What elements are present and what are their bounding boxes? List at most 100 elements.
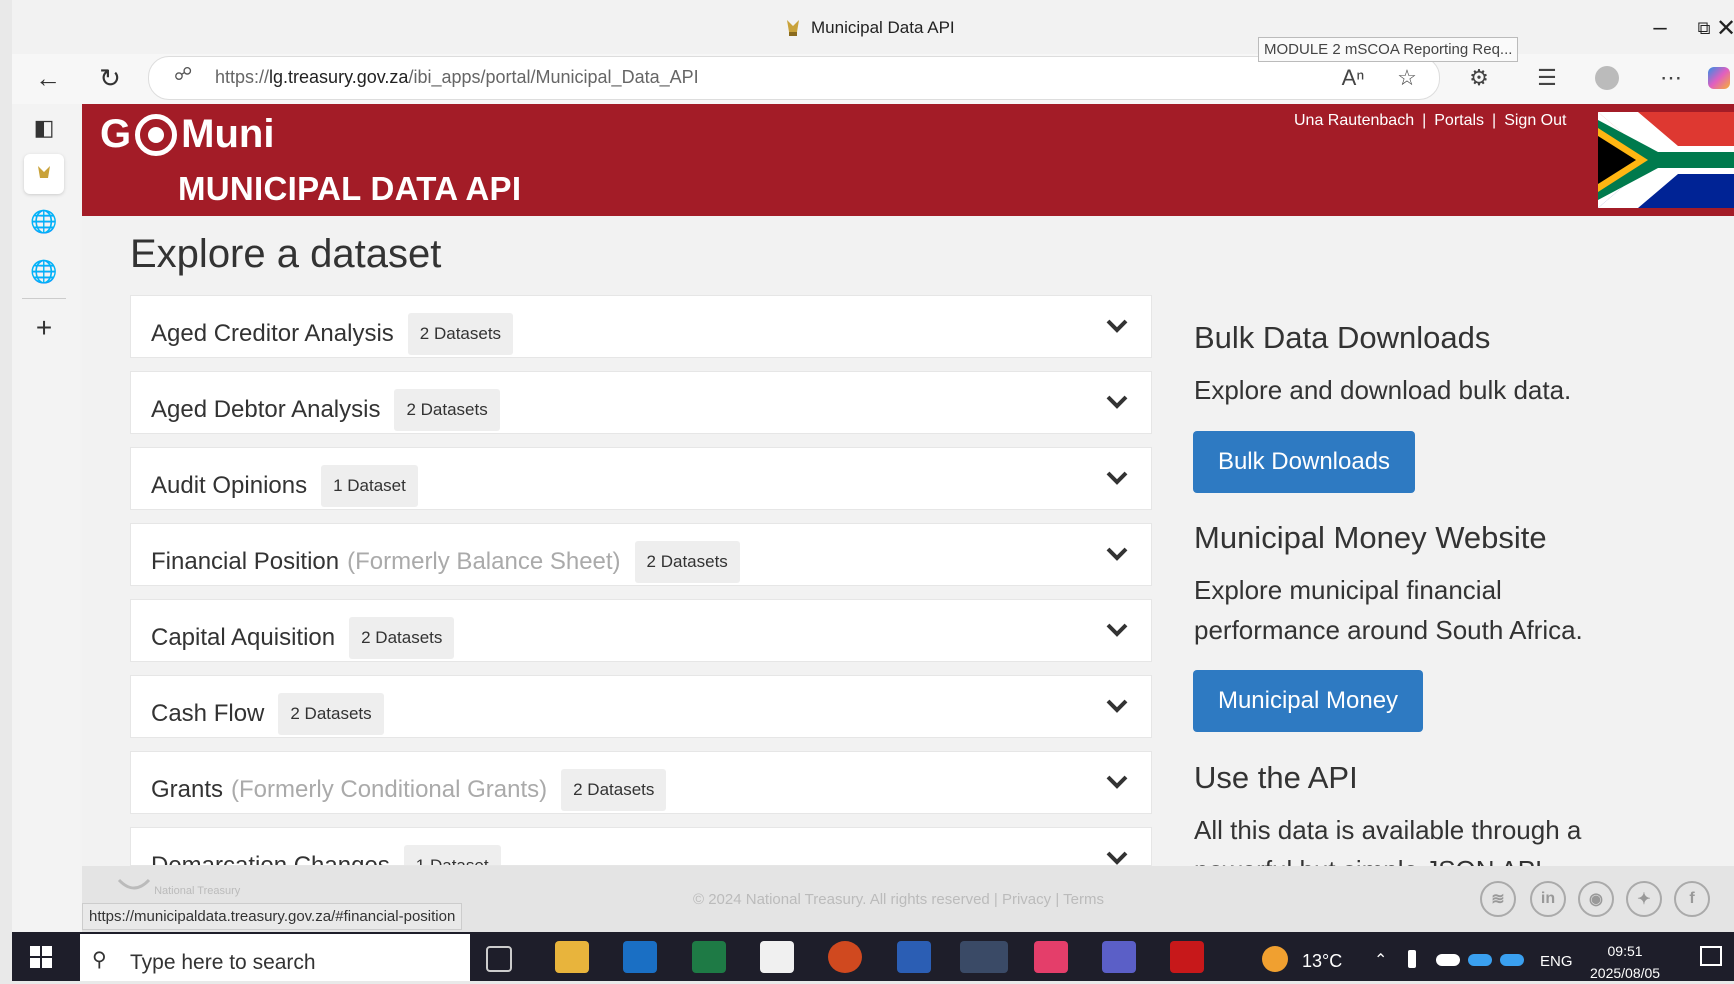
- copilot-icon[interactable]: [1702, 62, 1734, 94]
- notifications-icon[interactable]: [1700, 946, 1722, 966]
- back-icon[interactable]: ←: [30, 60, 66, 96]
- store-icon[interactable]: [760, 941, 794, 973]
- teams-icon[interactable]: [1102, 941, 1136, 973]
- chevron-down-icon[interactable]: [1105, 620, 1129, 640]
- tray-temperature[interactable]: 13°C: [1302, 951, 1342, 972]
- favorites-list-icon[interactable]: ☰: [1530, 62, 1564, 94]
- dataset-row[interactable]: Aged Creditor Analysis 2 Datasets: [130, 295, 1152, 358]
- chevron-down-icon[interactable]: [1105, 544, 1129, 564]
- user-nav: Una Rautenbach | Portals | Sign Out: [1294, 112, 1566, 130]
- chevron-down-icon[interactable]: [1105, 392, 1129, 412]
- file-explorer-icon[interactable]: [555, 941, 589, 973]
- globe-icon[interactable]: 🌐: [24, 252, 64, 292]
- dataset-row[interactable]: Capital Aquisition 2 Datasets: [130, 599, 1152, 662]
- chevron-down-icon[interactable]: [1105, 468, 1129, 488]
- tray-language[interactable]: ENG: [1540, 953, 1573, 970]
- footer-logo-text: National Treasury: [154, 885, 241, 897]
- logo-word: Muni: [181, 112, 275, 156]
- link-tooltip: MODULE 2 mSCOA Reporting Req...: [1258, 37, 1519, 62]
- dataset-count-badge: 2 Datasets: [634, 541, 740, 583]
- user-name-link[interactable]: Una Rautenbach: [1294, 112, 1414, 129]
- tray-time: 09:51: [1607, 943, 1643, 959]
- dataset-name: Aged Creditor Analysis: [151, 320, 394, 347]
- municipal-money-button[interactable]: Municipal Money: [1193, 670, 1423, 732]
- lock-icon[interactable]: ☍: [174, 64, 192, 85]
- dataset-former-name: (Formerly Conditional Grants): [231, 776, 548, 803]
- extensions-icon[interactable]: ⚙: [1462, 62, 1496, 94]
- outlook-icon[interactable]: [623, 941, 657, 973]
- dataset-row[interactable]: Cash Flow 2 Datasets: [130, 675, 1152, 738]
- footer-copyright[interactable]: © 2024 National Treasury. All rights res…: [693, 891, 1104, 908]
- minimize-icon[interactable]: –: [1640, 10, 1680, 46]
- bulk-downloads-button[interactable]: Bulk Downloads: [1193, 431, 1415, 493]
- portals-link[interactable]: Portals: [1434, 112, 1484, 129]
- chevron-down-icon[interactable]: [1105, 316, 1129, 336]
- more-icon[interactable]: ⋯: [1654, 62, 1688, 94]
- favicon-icon: [787, 20, 799, 36]
- sign-out-link[interactable]: Sign Out: [1504, 112, 1566, 129]
- dataset-row[interactable]: Demarcation Changes 1 Dataset: [130, 827, 1152, 866]
- tab-actions-icon[interactable]: ◧: [24, 108, 64, 148]
- snipping-tool-icon[interactable]: [1034, 941, 1068, 973]
- windows-start-icon[interactable]: [30, 946, 52, 968]
- url-prefix: https://: [215, 67, 270, 87]
- dataset-name: Demarcation Changes: [151, 852, 390, 866]
- weather-icon[interactable]: [1262, 946, 1288, 972]
- rss-icon[interactable]: ≋: [1480, 881, 1516, 917]
- tray-chevron-icon[interactable]: ⌃: [1374, 950, 1387, 970]
- close-icon[interactable]: ✕: [1706, 10, 1734, 46]
- search-icon: ⚲: [92, 949, 107, 971]
- tab-title-text: Municipal Data API: [811, 18, 955, 37]
- chevron-down-icon[interactable]: [1105, 848, 1129, 866]
- dataset-row[interactable]: Grants (Formerly Conditional Grants) 2 Dat…: [130, 751, 1152, 814]
- url-domain: lg.treasury.gov.za: [269, 67, 409, 87]
- dataset-title-group: Cash Flow 2 Datasets: [151, 693, 384, 735]
- gomuni-logo[interactable]: G Muni: [100, 112, 274, 157]
- refresh-icon[interactable]: ↻: [92, 60, 128, 96]
- tray-clock[interactable]: 09:51 2025/08/05: [1590, 940, 1660, 984]
- tab-favicon-icon[interactable]: [24, 154, 64, 194]
- municipal-money-heading: Municipal Money Website: [1194, 520, 1547, 555]
- dataset-name: Grants: [151, 776, 224, 803]
- dataset-row[interactable]: Financial Position (Formerly Balance Shee…: [130, 523, 1152, 586]
- dataset-former-name: (Formerly Balance Sheet): [347, 548, 621, 575]
- task-view-icon[interactable]: [486, 946, 512, 972]
- excel-icon[interactable]: [692, 941, 726, 973]
- chevron-down-icon[interactable]: [1105, 696, 1129, 716]
- new-tab-plus-icon[interactable]: +: [24, 308, 64, 348]
- profile-icon[interactable]: [1590, 62, 1624, 94]
- dataset-title-group: Capital Aquisition 2 Datasets: [151, 617, 455, 659]
- bulk-heading: Bulk Data Downloads: [1194, 320, 1491, 355]
- taskbar-search-input[interactable]: Type here to search: [130, 951, 316, 975]
- acrobat-icon[interactable]: [1170, 941, 1204, 973]
- powerpoint-icon[interactable]: [828, 941, 862, 973]
- dataset-row[interactable]: Audit Opinions 1 Dataset: [130, 447, 1152, 510]
- dataset-row[interactable]: Aged Debtor Analysis 2 Datasets: [130, 371, 1152, 434]
- site-title: MUNICIPAL DATA API: [178, 170, 522, 207]
- dataset-name: Aged Debtor Analysis: [151, 396, 381, 423]
- dataset-count-badge: 2 Datasets: [407, 313, 514, 355]
- globe-icon[interactable]: 🌐: [24, 202, 64, 242]
- dataset-title-group: Demarcation Changes 1 Dataset: [151, 845, 501, 866]
- status-bar-url: https://municipaldata.treasury.gov.za/#f…: [82, 903, 463, 930]
- github-icon[interactable]: ◉: [1578, 881, 1614, 917]
- nav-separator: |: [1492, 112, 1497, 129]
- onedrive-icon[interactable]: [1436, 954, 1460, 966]
- nav-separator: |: [1422, 112, 1427, 129]
- usb-icon[interactable]: [1408, 950, 1416, 968]
- word-icon[interactable]: [897, 941, 931, 973]
- url-text[interactable]: https://lg.treasury.gov.za/ibi_apps/port…: [215, 67, 699, 88]
- facebook-icon[interactable]: f: [1674, 881, 1710, 917]
- linkedin-icon[interactable]: in: [1530, 881, 1566, 917]
- onedrive-business-icon[interactable]: [1468, 954, 1492, 966]
- tab-title[interactable]: Municipal Data API: [785, 18, 955, 38]
- chevron-down-icon[interactable]: [1105, 772, 1129, 792]
- dataset-count-badge: 2 Datasets: [394, 389, 500, 431]
- read-aloud-icon[interactable]: Aⁿ: [1336, 62, 1370, 94]
- twitter-icon[interactable]: ✦: [1626, 881, 1662, 917]
- dataset-title-group: Aged Debtor Analysis 2 Datasets: [151, 389, 500, 431]
- cloud-icon[interactable]: [1500, 954, 1524, 966]
- edge-icon[interactable]: [960, 941, 1008, 973]
- api-text: All this data is available through a pow…: [1194, 815, 1582, 866]
- favorite-star-icon[interactable]: ☆: [1390, 62, 1424, 94]
